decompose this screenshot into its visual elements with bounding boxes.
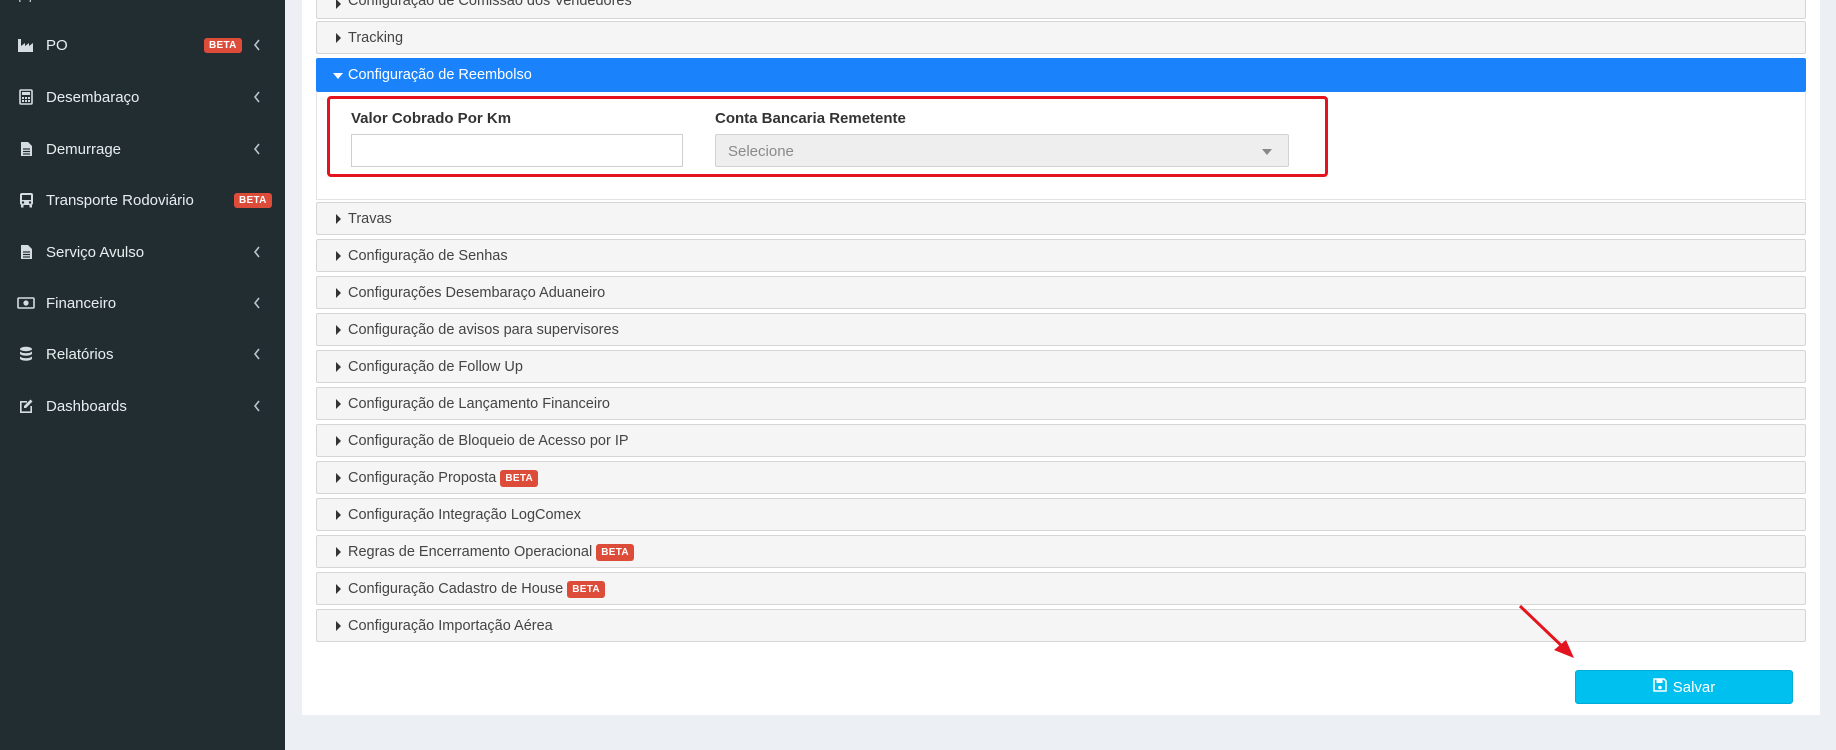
document-icon (17, 243, 35, 261)
accordion-item-avisos-supervisores[interactable]: Configuração de avisos para supervisores (316, 313, 1806, 346)
calculator-icon (17, 88, 35, 106)
save-button[interactable]: Salvar (1575, 670, 1793, 704)
accordion-item-label: Travas (348, 211, 392, 227)
sidebar-item-label: Dashboards (46, 397, 127, 415)
save-button-label: Salvar (1672, 678, 1716, 696)
accordion-item-label: Configuração de Follow Up (348, 359, 523, 375)
sidebar-item-relatorios[interactable]: Relatórios (0, 334, 285, 374)
accordion-item-encerramento-operacional[interactable]: Regras de Encerramento Operacional BETA (316, 535, 1806, 568)
annotation-arrow (1518, 604, 1574, 658)
accordion-item-label: Configuração de Bloqueio de Acesso por I… (348, 433, 629, 449)
sidebar-item-label: Financeiro (46, 294, 117, 312)
sidebar-item-financeiro[interactable]: Financeiro (0, 283, 285, 323)
accordion-item-reembolso[interactable]: Configuração de Reembolso (316, 58, 1806, 92)
sidebar-item-label: PO (46, 36, 68, 54)
chevron-left-icon (252, 142, 262, 156)
chevron-left-icon (252, 296, 262, 310)
database-icon (17, 345, 35, 363)
accordion-item-proposta[interactable]: Configuração Proposta BETA (316, 461, 1806, 494)
sidebar-item-label: Serviço Avulso (46, 243, 145, 261)
sidebar-item-po[interactable]: PO BETA (0, 25, 285, 65)
sidebar-item-servico-avulso[interactable]: Serviço Avulso (0, 232, 285, 272)
caret-right-icon (336, 33, 341, 43)
caret-right-icon (336, 399, 341, 409)
caret-right-icon (336, 436, 341, 446)
document-icon (17, 140, 35, 158)
sidebar-partial-item[interactable]: ( ) (18, 0, 108, 2)
caret-right-icon (336, 288, 341, 298)
accordion-item-label: Configuração de avisos para supervisores (348, 322, 619, 338)
accordion-item-logcomex[interactable]: Configuração Integração LogComex (316, 498, 1806, 531)
chevron-left-icon (252, 90, 262, 104)
valor-cobrado-input[interactable] (351, 134, 683, 167)
accordion-item-bloqueio-ip[interactable]: Configuração de Bloqueio de Acesso por I… (316, 424, 1806, 457)
caret-right-icon (336, 325, 341, 335)
caret-right-icon (336, 214, 341, 224)
chevron-left-icon (252, 399, 262, 413)
beta-badge: BETA (234, 192, 272, 208)
sidebar-item-label: Transporte Rodoviário (46, 191, 194, 209)
caret-down-icon (333, 73, 343, 79)
accordion-item-desembaraco-aduaneiro[interactable]: Configurações Desembaraço Aduaneiro (316, 276, 1806, 309)
conta-bancaria-select[interactable]: Selecione (715, 134, 1289, 167)
accordion-item-senhas[interactable]: Configuração de Senhas (316, 239, 1806, 272)
caret-right-icon (336, 621, 341, 631)
chevron-left-icon (252, 347, 262, 361)
accordion-item-label: Configurações Desembaraço Aduaneiro (348, 285, 606, 301)
select-placeholder: Selecione (728, 143, 794, 160)
sidebar-item-dashboards[interactable]: Dashboards (0, 386, 285, 426)
accordion-item-label: Tracking (348, 30, 404, 46)
caret-right-icon (336, 0, 341, 9)
bus-icon (17, 191, 35, 209)
caret-right-icon (336, 362, 341, 372)
accordion-item-tracking[interactable]: Tracking (316, 21, 1806, 54)
caret-right-icon (336, 584, 341, 594)
sidebar-item-transporte-rodoviario[interactable]: Transporte Rodoviário BETA (0, 180, 285, 220)
sidebar: ( ) PO BETA Desembaraço Demurrage (0, 0, 285, 750)
chevron-left-icon (252, 38, 262, 52)
accordion-item-comissao-vendedores[interactable]: Configuração de Comissão dos Vendedores (316, 0, 1806, 19)
sidebar-item-label: Desembaraço (46, 88, 140, 106)
valor-cobrado-label: Valor Cobrado Por Km (351, 110, 512, 127)
conta-bancaria-label: Conta Bancaria Remetente (715, 110, 906, 127)
accordion-item-lancamento-financeiro[interactable]: Configuração de Lançamento Financeiro (316, 387, 1806, 420)
caret-right-icon (336, 547, 341, 557)
accordion-item-label: Regras de Encerramento Operacional BETA (348, 544, 634, 561)
accordion-item-label: Configuração Cadastro de House BETA (348, 581, 605, 598)
accordion-item-label: Configuração de Senhas (348, 248, 508, 264)
edit-icon (17, 397, 35, 415)
chevron-left-icon (252, 245, 262, 259)
accordion-item-label: Configuração de Comissão dos Vendedores (348, 0, 632, 9)
caret-right-icon (336, 251, 341, 261)
accordion-item-label: Configuração Importação Aérea (348, 618, 553, 634)
beta-badge: BETA (596, 544, 634, 561)
sidebar-item-desembaraco[interactable]: Desembaraço (0, 77, 285, 117)
beta-badge: BETA (567, 581, 605, 598)
accordion-item-label: Configuração Proposta BETA (348, 470, 539, 487)
caret-right-icon (336, 473, 341, 483)
accordion-item-label: Configuração de Reembolso (348, 67, 532, 83)
beta-badge: BETA (204, 37, 242, 53)
caret-right-icon (336, 510, 341, 520)
accordion-item-label: Configuração de Lançamento Financeiro (348, 396, 610, 412)
chevron-down-icon (1262, 149, 1272, 155)
beta-badge: BETA (500, 470, 539, 487)
sidebar-item-label: Relatórios (46, 345, 114, 363)
accordion-item-follow-up[interactable]: Configuração de Follow Up (316, 350, 1806, 383)
accordion-item-travas[interactable]: Travas (316, 202, 1806, 235)
factory-icon (17, 36, 35, 54)
floppy-disk-icon (1652, 678, 1667, 696)
sidebar-item-label: Demurrage (46, 140, 122, 158)
accordion-item-label: Configuração Integração LogComex (348, 507, 581, 523)
sidebar-item-demurrage[interactable]: Demurrage (0, 129, 285, 169)
money-icon (17, 294, 35, 312)
